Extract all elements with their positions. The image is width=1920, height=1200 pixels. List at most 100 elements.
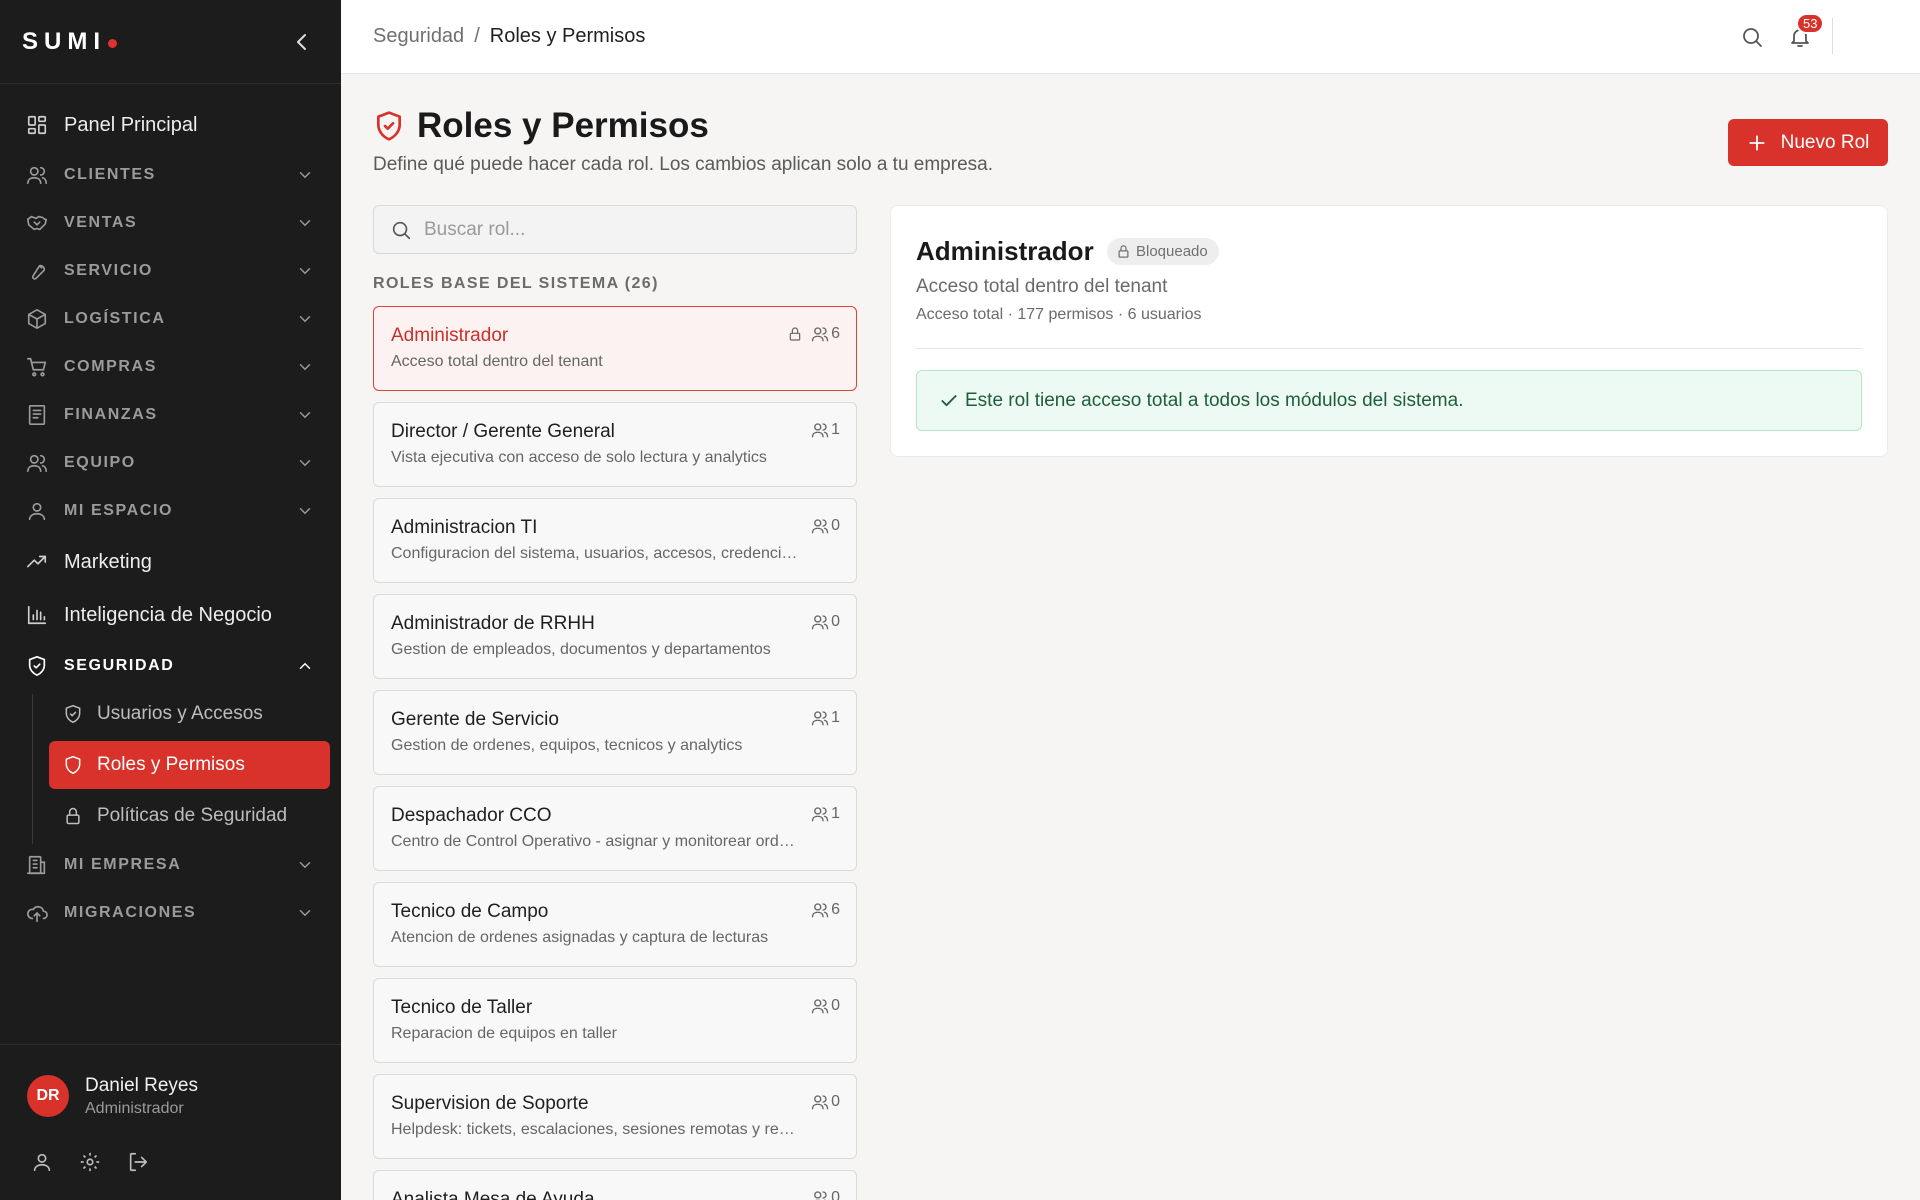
logout-button[interactable] [127,1151,149,1173]
users-icon [811,615,829,630]
role-description: Gestion de empleados, documentos y depar… [391,641,771,658]
sidebar-item-politicas-seguridad[interactable]: Políticas de Seguridad [49,792,330,840]
new-role-button[interactable]: Nuevo Rol [1728,119,1888,166]
sidebar-item-marketing[interactable]: Marketing [14,540,330,584]
role-card-supervision-soporte[interactable]: Supervision de Soporte Helpdesk: tickets… [373,1074,857,1159]
sidebar-item-compras[interactable]: COMPRAS [14,345,330,389]
role-description: Helpdesk: tickets, escalaciones, sesione… [391,1121,801,1138]
chevron-down-icon [299,316,311,323]
sidebar-item-ventas[interactable]: VENTAS [14,201,330,245]
role-detail-panel: Administrador Bloqueado Acceso total den… [890,205,1888,457]
role-card-tecnico-campo[interactable]: Tecnico de Campo Atencion de ordenes asi… [373,882,857,967]
lock-icon [1118,245,1129,258]
gear-icon [80,1152,100,1172]
handshake-icon [27,215,47,231]
role-card-administrador[interactable]: Administrador Acceso total dentro del te… [373,306,857,391]
sidebar-item-migraciones[interactable]: MIGRACIONES [14,891,330,935]
search-icon [1743,28,1762,47]
sidebar-item-label: FINANZAS [64,406,158,423]
sidebar-item-servicio[interactable]: SERVICIO [14,249,330,293]
sidebar-item-roles-permisos[interactable]: Roles y Permisos [49,741,330,789]
dashboard-icon [27,115,47,135]
shield-icon [28,656,46,676]
role-user-count: 0 [831,613,840,630]
sidebar-item-mi-empresa[interactable]: MI EMPRESA [14,843,330,887]
role-card-despachador-cco[interactable]: Despachador CCO Centro de Control Operat… [373,786,857,871]
locked-badge-label: Bloqueado [1136,243,1208,260]
role-detail-stats: Acceso total · 177 permisos · 6 usuarios [916,306,1202,323]
check-icon [941,394,957,406]
role-meta: 0 [803,997,840,1015]
role-card-rrhh[interactable]: Administrador de RRHH Gestion de emplead… [373,594,857,679]
sidebar-item-label: SEGURIDAD [64,657,175,674]
full-access-alert: Este rol tiene acceso total a todos los … [916,370,1862,431]
role-card-director[interactable]: Director / Gerente General Vista ejecuti… [373,402,857,487]
users-icon [811,711,829,726]
sidebar-item-clientes[interactable]: CLIENTES [14,153,330,197]
users-icon [811,999,829,1014]
role-meta: 1 [803,709,840,727]
role-description: Gestion de ordenes, equipos, tecnicos y … [391,737,743,754]
users-icon [814,1191,827,1200]
role-description: Atencion de ordenes asignadas y captura … [391,929,769,946]
sidebar-item-seguridad[interactable]: SEGURIDAD [14,644,330,688]
role-user-count: 1 [831,805,840,822]
user-role: Administrador [85,1100,184,1117]
breadcrumb-parent[interactable]: Seguridad [373,25,464,48]
sidebar-subitem-label: Roles y Permisos [97,754,245,775]
new-role-label: Nuevo Rol [1780,131,1870,153]
shield-check-icon [377,111,401,141]
chevron-left-icon [297,34,306,50]
topbar: Seguridad / Roles y Permisos 53 [341,0,1920,74]
page-title: Roles y Permisos [417,106,709,145]
role-card-analista-mesa-ayuda[interactable]: Analista Mesa de Ayuda 0 [373,1170,857,1200]
sidebar-item-panel-principal[interactable]: Panel Principal [14,103,330,147]
app-logo[interactable]: SUMI [22,28,117,56]
role-search-input[interactable] [424,218,824,241]
role-name: Administracion TI [391,517,538,538]
sidebar-item-label: Panel Principal [64,113,198,136]
settings-button[interactable] [79,1151,101,1173]
chevron-down-icon [299,172,311,179]
role-name: Administrador [391,325,509,346]
role-user-count: 0 [831,1093,840,1110]
logout-icon [129,1152,148,1172]
role-description: Reparacion de equipos en taller [391,1025,617,1042]
chevron-down-icon [299,412,311,419]
collapse-sidebar-button[interactable] [290,30,314,54]
users-icon [811,1095,829,1110]
submenu-guide-line [32,694,33,844]
sidebar-item-label: Marketing [64,550,152,573]
chevron-down-icon [299,220,311,227]
sidebar-item-logistica[interactable]: LOGÍSTICA [14,297,330,341]
role-card-tecnico-taller[interactable]: Tecnico de Taller Reparacion de equipos … [373,978,857,1063]
sidebar-subitem-label: Usuarios y Accesos [97,703,263,724]
user-icon [28,502,46,521]
topbar-divider [1832,18,1833,54]
sidebar-item-usuarios-accesos[interactable]: Usuarios y Accesos [49,690,330,738]
lock-icon [789,327,801,341]
chevron-down-icon [299,268,311,275]
role-card-gerente-servicio[interactable]: Gerente de Servicio Gestion de ordenes, … [373,690,857,775]
sidebar-item-finanzas[interactable]: FINANZAS [14,393,330,437]
avatar[interactable]: DR [27,1075,69,1117]
sidebar-item-label: COMPRAS [64,358,157,375]
sidebar-item-label: VENTAS [64,214,138,231]
profile-button[interactable] [31,1151,53,1173]
sidebar-header: SUMI [0,0,341,84]
team-icon [27,454,47,473]
role-search [373,205,857,254]
role-meta: 6 [803,901,840,919]
role-name: Gerente de Servicio [391,709,559,730]
role-meta: 6 [787,325,840,343]
sidebar-item-equipo[interactable]: EQUIPO [14,441,330,485]
sidebar-item-label: MI EMPRESA [64,856,182,873]
sidebar-item-inteligencia[interactable]: Inteligencia de Negocio [14,593,330,637]
role-card-administracion-ti[interactable]: Administracion TI Configuracion del sist… [373,498,857,583]
sidebar-item-mi-espacio[interactable]: MI ESPACIO [14,489,330,533]
global-search-button[interactable] [1740,25,1764,49]
shield-check-icon [65,704,81,724]
bar-chart-icon [27,605,47,625]
role-detail-description: Acceso total dentro del tenant [916,276,1168,297]
full-access-alert-text: Este rol tiene acceso total a todos los … [965,389,1464,411]
